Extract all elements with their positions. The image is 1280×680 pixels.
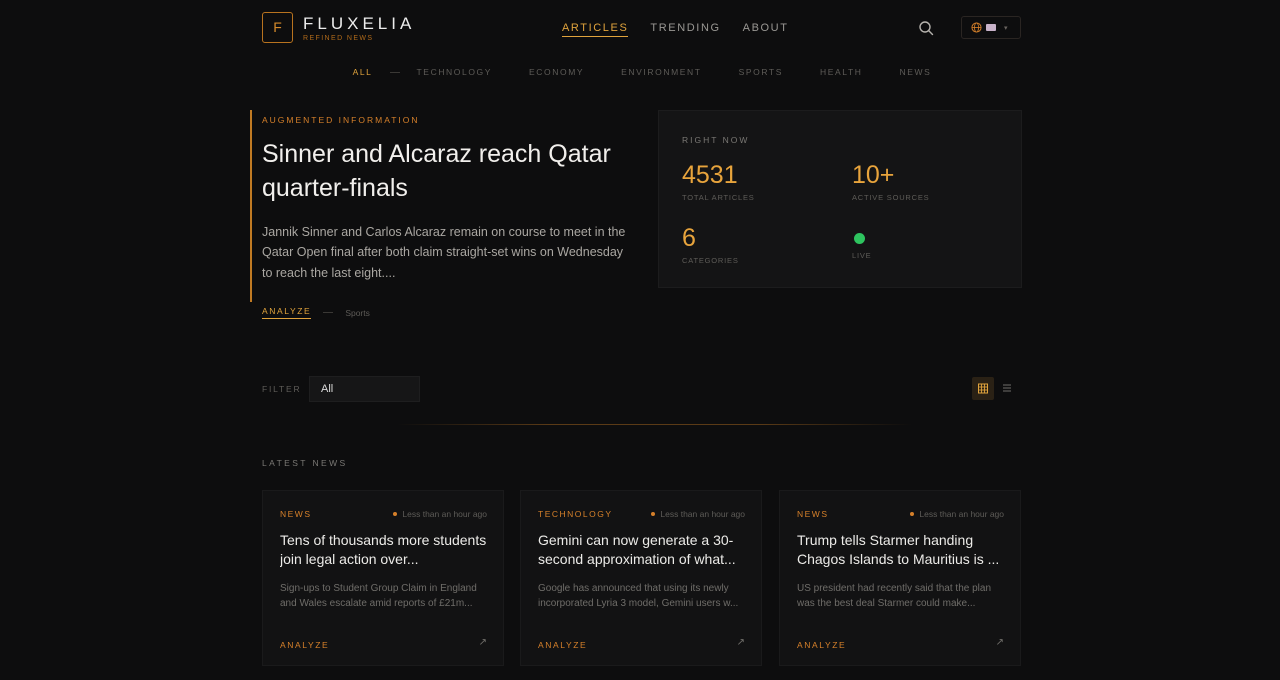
- card-timestamp: Less than an hour ago: [651, 509, 745, 519]
- card-title-text: Trump tells Starmer handing Chagos Islan…: [797, 532, 1000, 567]
- stat-label: LIVE: [852, 251, 872, 260]
- featured-article: AUGMENTED INFORMATION Sinner and Alcaraz…: [250, 110, 640, 302]
- card-time-text: Less than an hour ago: [919, 509, 1004, 519]
- globe-icon: [971, 22, 982, 33]
- category-all[interactable]: ALL: [353, 67, 373, 77]
- brand-tagline: REFINED NEWS: [303, 35, 374, 42]
- stats-panel: RIGHT NOW 4531 TOTAL ARTICLES 10+ ACTIVE…: [658, 110, 1022, 288]
- card-description: Sign-ups to Student Group Claim in Engla…: [280, 581, 490, 612]
- stat-live: LIVE: [852, 225, 871, 260]
- page-container: F FLUXELIA REFINED NEWS ARTICLES TRENDIN…: [250, 0, 1022, 680]
- featured-category: Sports: [345, 307, 370, 318]
- featured-analyze-button[interactable]: ANALYZE: [262, 306, 312, 319]
- card-title[interactable]: Gemini can now generate a 30-second appr…: [538, 531, 748, 569]
- external-arrow-icon[interactable]: ↗: [737, 637, 745, 648]
- chevron-down-icon: ▾: [1004, 24, 1008, 32]
- category-environment[interactable]: ENVIRONMENT: [621, 67, 701, 77]
- time-dot-icon: [910, 512, 915, 516]
- card-analyze-button[interactable]: ANALYZE: [280, 640, 329, 650]
- stat-label: CATEGORIES: [682, 256, 739, 265]
- stat-total-articles: 4531 TOTAL ARTICLES: [682, 162, 755, 202]
- featured-divider: [323, 312, 334, 313]
- featured-description: Jannik Sinner and Carlos Alcaraz remain …: [262, 225, 626, 280]
- stats-title: RIGHT NOW: [682, 135, 750, 145]
- news-card[interactable]: NEWS Less than an hour ago Tens of thous…: [262, 490, 504, 666]
- category-economy[interactable]: ECONOMY: [529, 67, 584, 77]
- live-indicator-icon: [854, 233, 865, 244]
- stat-value: 4531: [682, 161, 738, 189]
- category-news[interactable]: NEWS: [900, 67, 932, 77]
- card-description: Google has announced that using its newl…: [538, 581, 748, 612]
- card-description-text: US president had recently said that the …: [797, 583, 992, 610]
- category-nav: ALL TECHNOLOGY ECONOMY ENVIRONMENT SPORT…: [262, 67, 1022, 77]
- brand-name[interactable]: FLUXELIA: [303, 14, 415, 34]
- card-title-text: Gemini can now generate a 30-second appr…: [538, 532, 736, 567]
- grid-icon: [978, 383, 988, 394]
- card-time-text: Less than an hour ago: [402, 509, 487, 519]
- search-icon[interactable]: [918, 20, 934, 36]
- filter-select[interactable]: All: [309, 376, 420, 402]
- card-title-text: Tens of thousands more students join leg…: [280, 532, 487, 567]
- featured-kicker: AUGMENTED INFORMATION: [262, 115, 420, 125]
- news-card[interactable]: TECHNOLOGY Less than an hour ago Gemini …: [520, 490, 762, 666]
- featured-actions: ANALYZE Sports: [262, 306, 370, 319]
- external-arrow-icon[interactable]: ↗: [479, 637, 487, 648]
- news-card[interactable]: NEWS Less than an hour ago Trump tells S…: [779, 490, 1021, 666]
- stat-value: 6: [682, 224, 696, 252]
- main-nav: ARTICLES TRENDING ABOUT: [562, 22, 789, 37]
- language-selector[interactable]: ▾: [961, 16, 1021, 39]
- external-arrow-icon[interactable]: ↗: [996, 637, 1004, 648]
- grid-view-button[interactable]: [972, 377, 994, 400]
- card-analyze-button[interactable]: ANALYZE: [538, 640, 587, 650]
- card-timestamp: Less than an hour ago: [393, 509, 487, 519]
- featured-title[interactable]: Sinner and Alcaraz reach Qatar quarter-f…: [262, 137, 632, 205]
- stat-active-sources: 10+ ACTIVE SOURCES: [852, 162, 929, 202]
- header: F FLUXELIA REFINED NEWS ARTICLES TRENDIN…: [262, 12, 1022, 44]
- nav-about[interactable]: ABOUT: [743, 22, 789, 37]
- category-health[interactable]: HEALTH: [820, 67, 863, 77]
- card-description-text: Google has announced that using its newl…: [538, 583, 739, 610]
- stat-value: 10+: [852, 161, 895, 189]
- time-dot-icon: [393, 512, 398, 516]
- filter-label: FILTER: [262, 384, 302, 394]
- category-divider: [389, 71, 400, 73]
- card-description: US president had recently said that the …: [797, 581, 1007, 612]
- card-category: TECHNOLOGY: [538, 509, 613, 519]
- card-analyze-button[interactable]: ANALYZE: [797, 640, 846, 650]
- card-description-text: Sign-ups to Student Group Claim in Engla…: [280, 583, 477, 610]
- card-title[interactable]: Tens of thousands more students join leg…: [280, 531, 490, 569]
- stat-label: ACTIVE SOURCES: [852, 193, 930, 202]
- time-dot-icon: [651, 512, 656, 516]
- card-timestamp: Less than an hour ago: [910, 509, 1004, 519]
- nav-articles[interactable]: ARTICLES: [562, 22, 629, 37]
- category-technology[interactable]: TECHNOLOGY: [417, 67, 493, 77]
- list-view-icon[interactable]: [1001, 382, 1013, 394]
- card-category: NEWS: [280, 509, 312, 519]
- card-title[interactable]: Trump tells Starmer handing Chagos Islan…: [797, 531, 1007, 569]
- logo-mark[interactable]: F: [262, 12, 293, 43]
- card-category: NEWS: [797, 509, 829, 519]
- section-divider: [397, 424, 912, 425]
- category-sports[interactable]: SPORTS: [739, 67, 783, 77]
- card-time-text: Less than an hour ago: [660, 509, 745, 519]
- nav-trending[interactable]: TRENDING: [650, 22, 720, 37]
- stat-label: TOTAL ARTICLES: [682, 193, 755, 202]
- latest-news-title: LATEST NEWS: [262, 458, 348, 468]
- stat-categories: 6 CATEGORIES: [682, 225, 739, 265]
- uk-flag-icon: [986, 24, 996, 31]
